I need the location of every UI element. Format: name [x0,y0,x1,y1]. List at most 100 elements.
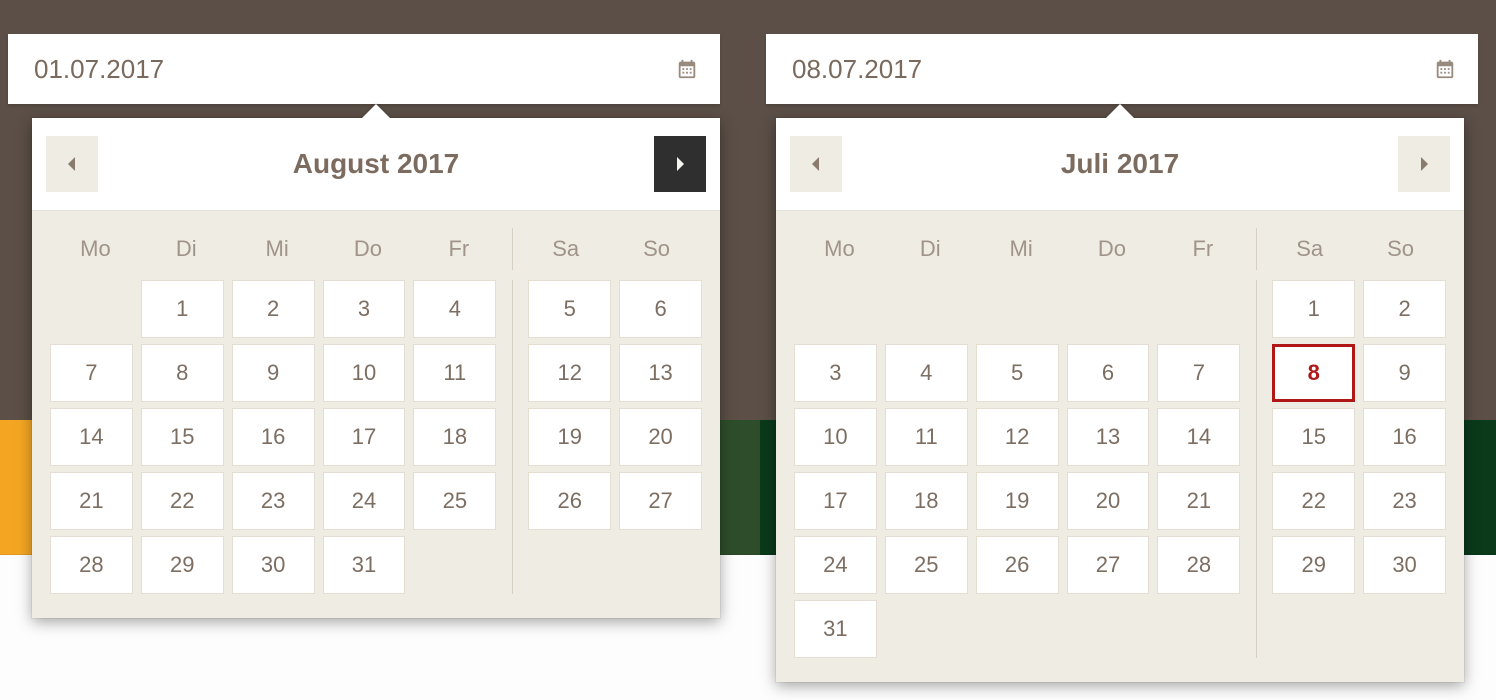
day-cell[interactable]: 24 [794,536,877,594]
popover-arrow [1106,104,1134,118]
start-date-field[interactable]: 01.07.2017 [8,34,720,104]
day-cell[interactable]: 11 [885,408,968,466]
start-date-calendar: August 2017 Mo Di Mi Do Fr Sa So 1234567… [32,118,720,618]
day-cell[interactable]: 15 [1272,408,1355,466]
day-cell[interactable]: 26 [528,472,611,530]
prev-month-button[interactable] [46,136,98,192]
day-cell[interactable]: 10 [323,344,406,402]
day-cell[interactable]: 25 [413,472,496,530]
day-cell[interactable]: 15 [141,408,224,466]
day-cell[interactable]: 28 [1157,536,1240,594]
calendar-icon [1434,58,1456,80]
weekday-label: Di [141,228,232,270]
day-cell[interactable]: 31 [794,600,877,658]
day-cell[interactable]: 30 [1363,536,1446,594]
day-cell[interactable]: 6 [1067,344,1150,402]
day-cell[interactable]: 19 [528,408,611,466]
weekday-label: Mi [976,228,1067,270]
day-cell[interactable]: 5 [528,280,611,338]
day-cell[interactable]: 6 [619,280,702,338]
day-empty [885,280,968,338]
day-cell[interactable]: 25 [885,536,968,594]
month-title: August 2017 [98,148,654,180]
day-cell[interactable]: 17 [794,472,877,530]
day-cell[interactable]: 12 [528,344,611,402]
weekday-label: So [1355,228,1446,270]
day-cell[interactable]: 1 [1272,280,1355,338]
day-cell[interactable]: 22 [1272,472,1355,530]
day-cell[interactable]: 8 [1272,344,1355,402]
day-cell[interactable]: 10 [794,408,877,466]
day-empty [50,280,133,338]
weekend-divider [1256,228,1257,270]
day-cell[interactable]: 23 [232,472,315,530]
day-cell[interactable]: 27 [619,472,702,530]
day-cell[interactable]: 20 [619,408,702,466]
day-cell[interactable]: 27 [1067,536,1150,594]
day-cell[interactable]: 29 [1272,536,1355,594]
day-cell[interactable]: 1 [141,280,224,338]
day-cell[interactable]: 22 [141,472,224,530]
day-grid: 1234567891011121314151617181920212223242… [794,280,1446,658]
day-grid: 1234567891011121314151617181920212223242… [50,280,702,594]
day-cell[interactable]: 16 [232,408,315,466]
weekday-label: Mo [794,228,885,270]
day-cell[interactable]: 12 [976,408,1059,466]
day-cell[interactable]: 23 [1363,472,1446,530]
weekday-label: Mi [232,228,323,270]
day-cell[interactable]: 19 [976,472,1059,530]
weekday-row: Mo Di Mi Do Fr Sa So [50,228,702,270]
day-cell[interactable]: 16 [1363,408,1446,466]
weekend-divider [1256,280,1257,658]
day-cell[interactable]: 3 [794,344,877,402]
day-cell[interactable]: 9 [232,344,315,402]
day-cell[interactable]: 4 [413,280,496,338]
start-date-value: 01.07.2017 [34,54,676,85]
day-cell[interactable]: 8 [141,344,224,402]
day-cell[interactable]: 14 [1157,408,1240,466]
next-month-button[interactable] [654,136,706,192]
prev-month-button[interactable] [790,136,842,192]
day-cell[interactable]: 21 [1157,472,1240,530]
end-date-calendar: Juli 2017 Mo Di Mi Do Fr Sa So 123456789… [776,118,1464,682]
weekday-label: So [611,228,702,270]
weekday-row: Mo Di Mi Do Fr Sa So [794,228,1446,270]
day-cell[interactable]: 31 [323,536,406,594]
day-cell[interactable]: 7 [50,344,133,402]
day-cell[interactable]: 11 [413,344,496,402]
day-cell[interactable]: 26 [976,536,1059,594]
day-cell[interactable]: 20 [1067,472,1150,530]
day-empty [1157,280,1240,338]
day-cell[interactable]: 2 [232,280,315,338]
calendar-icon [676,58,698,80]
weekday-label: Fr [1157,228,1248,270]
day-cell[interactable]: 29 [141,536,224,594]
weekday-label: Do [323,228,414,270]
weekend-divider [512,228,513,270]
day-cell[interactable]: 30 [232,536,315,594]
day-cell[interactable]: 4 [885,344,968,402]
weekday-label: Do [1067,228,1158,270]
day-cell[interactable]: 17 [323,408,406,466]
day-cell[interactable]: 3 [323,280,406,338]
next-month-button[interactable] [1398,136,1450,192]
calendar-header: Juli 2017 [776,118,1464,210]
calendar-header: August 2017 [32,118,720,210]
day-cell[interactable]: 13 [1067,408,1150,466]
day-cell[interactable]: 13 [619,344,702,402]
day-cell[interactable]: 21 [50,472,133,530]
weekday-label: Sa [520,228,611,270]
end-date-field[interactable]: 08.07.2017 [766,34,1478,104]
weekday-label: Sa [1264,228,1355,270]
day-cell[interactable]: 14 [50,408,133,466]
day-cell[interactable]: 24 [323,472,406,530]
day-cell[interactable]: 9 [1363,344,1446,402]
month-title: Juli 2017 [842,148,1398,180]
day-cell[interactable]: 2 [1363,280,1446,338]
day-cell[interactable]: 5 [976,344,1059,402]
popover-arrow [362,104,390,118]
day-cell[interactable]: 7 [1157,344,1240,402]
day-cell[interactable]: 18 [413,408,496,466]
day-cell[interactable]: 18 [885,472,968,530]
day-cell[interactable]: 28 [50,536,133,594]
